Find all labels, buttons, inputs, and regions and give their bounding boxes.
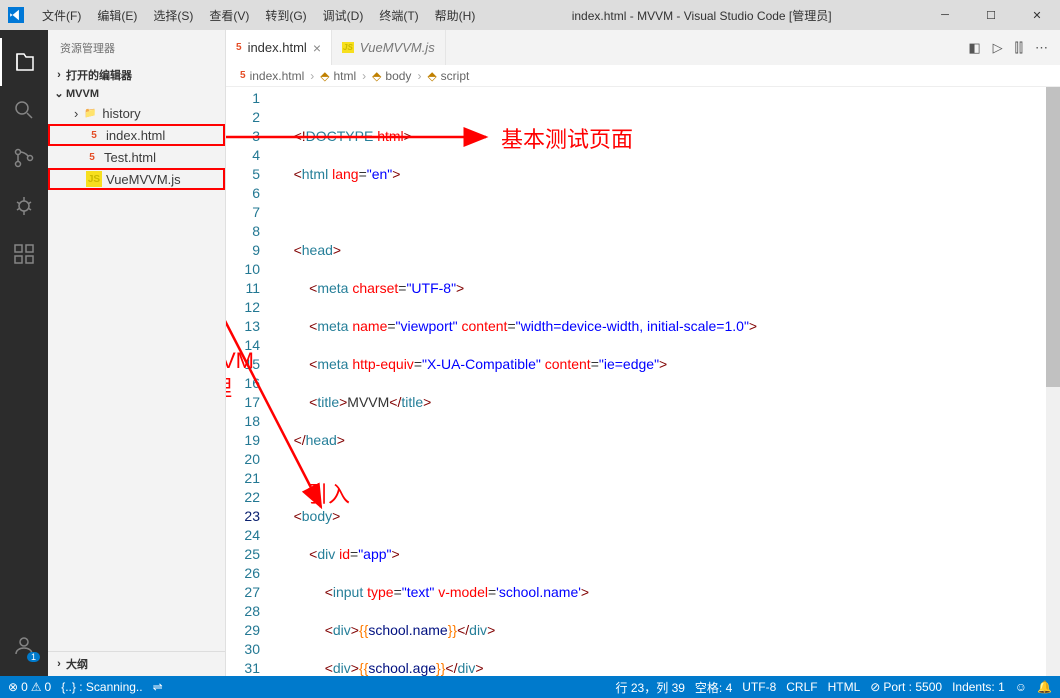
close-button[interactable]: ✕: [1014, 0, 1060, 30]
folder-history[interactable]: ›📁history: [48, 102, 225, 124]
menu-edit[interactable]: 编辑(E): [91, 5, 143, 26]
scrollbar-vertical[interactable]: [1046, 87, 1060, 676]
status-indents[interactable]: Indents: 1: [952, 680, 1005, 694]
status-spaces[interactable]: 空格: 4: [695, 679, 732, 696]
status-feedback-icon[interactable]: ☺: [1015, 680, 1027, 694]
menu-select[interactable]: 选择(S): [147, 5, 199, 26]
menubar: 文件(F) 编辑(E) 选择(S) 查看(V) 转到(G) 调试(D) 终端(T…: [36, 5, 481, 26]
run-icon[interactable]: ▷: [993, 40, 1003, 56]
status-share-icon[interactable]: ⇌: [153, 680, 163, 694]
line-gutter: 1234567891011121314151617181920212223242…: [226, 87, 272, 676]
vscode-logo-icon: [8, 7, 24, 23]
file-test-html[interactable]: 5Test.html: [48, 146, 225, 168]
debug-icon[interactable]: [0, 182, 48, 230]
tab-index-html[interactable]: 5index.html×: [226, 30, 332, 65]
menu-help[interactable]: 帮助(H): [429, 5, 482, 26]
code-content[interactable]: <!DOCTYPE html> <html lang="en"> <head> …: [272, 87, 1060, 676]
extensions-icon[interactable]: [0, 230, 48, 278]
breadcrumb[interactable]: 5index.html› ⬘html› ⬘body› ⬘script: [226, 65, 1060, 87]
status-lang[interactable]: HTML: [828, 680, 861, 694]
status-scanning[interactable]: {..} : Scanning..: [61, 680, 142, 694]
search-icon[interactable]: [0, 86, 48, 134]
status-bell-icon[interactable]: 🔔: [1037, 680, 1052, 694]
menu-terminal[interactable]: 终端(T): [373, 5, 424, 26]
status-encoding[interactable]: UTF-8: [742, 680, 776, 694]
open-editors-section[interactable]: ›打开的编辑器: [48, 65, 225, 85]
menu-file[interactable]: 文件(F): [36, 5, 87, 26]
editor-tabs: 5index.html× JSVueMVVM.js ◧ ▷ ⫿⫿ ⋯: [226, 30, 1060, 65]
editor: 5index.html× JSVueMVVM.js ◧ ▷ ⫿⫿ ⋯ 5inde…: [226, 30, 1060, 676]
outline-section[interactable]: ›大纲: [48, 651, 225, 676]
menu-goto[interactable]: 转到(G): [259, 5, 312, 26]
sidebar-title: 资源管理器: [48, 30, 225, 65]
sidebar: 资源管理器 ›打开的编辑器 ⌄MVVM ›📁history 5index.htm…: [48, 30, 226, 676]
file-vuemvvm-js[interactable]: JSVueMVVM.js: [48, 168, 225, 190]
project-section[interactable]: ⌄MVVM: [48, 85, 225, 102]
accounts-icon[interactable]: 1: [0, 622, 48, 670]
activity-bar: 1: [0, 30, 48, 676]
more-icon[interactable]: ⋯: [1035, 40, 1048, 56]
compare-icon[interactable]: ◧: [968, 40, 980, 56]
menu-view[interactable]: 查看(V): [203, 5, 255, 26]
split-icon[interactable]: ⫿⫿: [1015, 40, 1023, 56]
status-port[interactable]: ⊘ Port : 5500: [870, 680, 942, 694]
tab-vuemvvm-js[interactable]: JSVueMVVM.js: [332, 30, 446, 65]
status-errors[interactable]: ⊗ 0 ⚠ 0: [8, 680, 51, 694]
menu-debug[interactable]: 调试(D): [317, 5, 370, 26]
explorer-icon[interactable]: [0, 38, 48, 86]
window-title: index.html - MVVM - Visual Studio Code […: [481, 7, 922, 24]
code-area[interactable]: 1234567891011121314151617181920212223242…: [226, 87, 1060, 676]
close-icon[interactable]: ×: [313, 40, 321, 56]
minimap[interactable]: [976, 87, 1046, 676]
status-eol[interactable]: CRLF: [786, 680, 817, 694]
maximize-button[interactable]: ☐: [968, 0, 1014, 30]
status-ln-col[interactable]: 行 23，列 39: [616, 679, 685, 696]
minimize-button[interactable]: ─: [922, 0, 968, 30]
source-control-icon[interactable]: [0, 134, 48, 182]
titlebar: 文件(F) 编辑(E) 选择(S) 查看(V) 转到(G) 调试(D) 终端(T…: [0, 0, 1060, 30]
file-index-html[interactable]: 5index.html: [48, 124, 225, 146]
